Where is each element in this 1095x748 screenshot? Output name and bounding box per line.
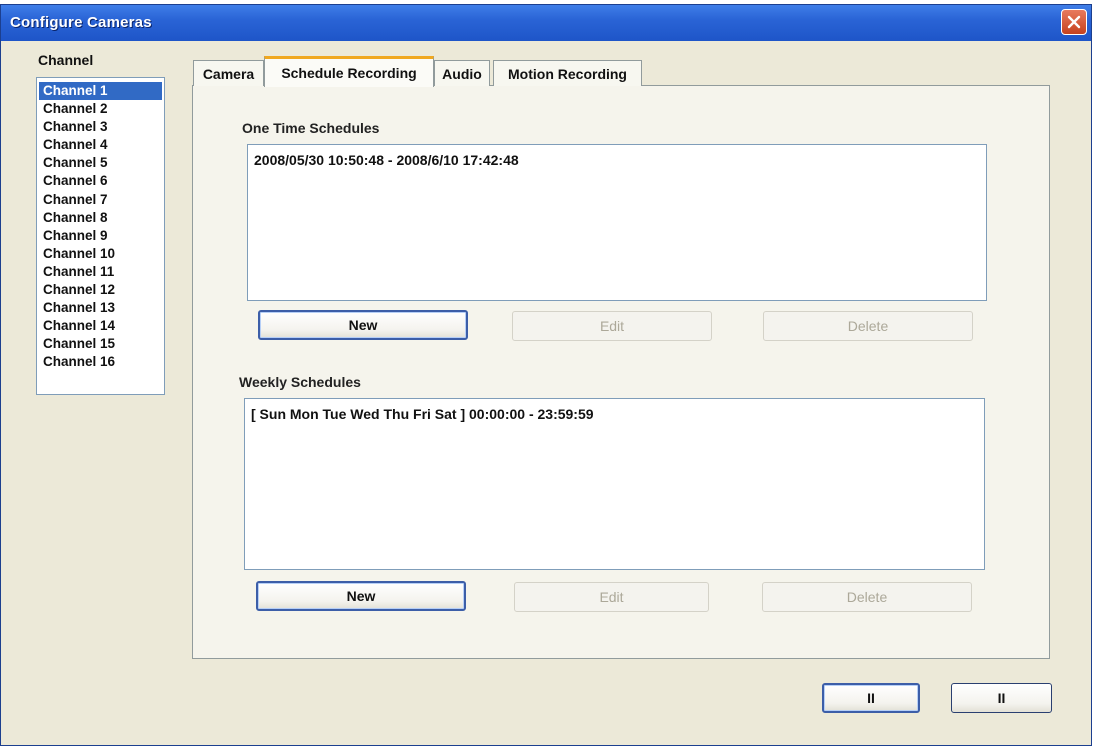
channel-item[interactable]: Channel 6 bbox=[39, 172, 162, 190]
one-time-edit-button[interactable]: Edit bbox=[512, 311, 712, 341]
channel-item[interactable]: Channel 4 bbox=[39, 136, 162, 154]
channel-item[interactable]: Channel 8 bbox=[39, 209, 162, 227]
weekly-edit-button[interactable]: Edit bbox=[514, 582, 709, 612]
close-icon bbox=[1067, 15, 1081, 29]
channel-item[interactable]: Channel 3 bbox=[39, 118, 162, 136]
title-bar[interactable]: Configure Cameras bbox=[1, 5, 1091, 41]
channel-item[interactable]: Channel 2 bbox=[39, 100, 162, 118]
one-time-schedules-list[interactable]: 2008/05/30 10:50:48 - 2008/6/10 17:42:48 bbox=[247, 144, 987, 301]
tab-schedule-recording[interactable]: Schedule Recording bbox=[264, 56, 434, 87]
channel-item[interactable]: Channel 7 bbox=[39, 191, 162, 209]
list-item[interactable]: [ Sun Mon Tue Wed Thu Fri Sat ] 00:00:00… bbox=[251, 406, 594, 422]
close-button[interactable] bbox=[1061, 9, 1087, 35]
weekly-schedules-list[interactable]: [ Sun Mon Tue Wed Thu Fri Sat ] 00:00:00… bbox=[244, 398, 985, 570]
channel-item[interactable]: Channel 15 bbox=[39, 335, 162, 353]
one-time-delete-button[interactable]: Delete bbox=[763, 311, 973, 341]
channel-label: Channel bbox=[38, 52, 94, 68]
channel-list[interactable]: Channel 1 Channel 2 Channel 3 Channel 4 … bbox=[36, 77, 165, 395]
channel-item[interactable]: Channel 11 bbox=[39, 263, 162, 281]
channel-item[interactable]: Channel 1 bbox=[39, 82, 162, 101]
footer-button-2[interactable]: II bbox=[951, 683, 1052, 713]
one-time-schedules-label: One Time Schedules bbox=[242, 120, 380, 136]
footer-button-1[interactable]: II bbox=[822, 683, 920, 713]
list-item[interactable]: 2008/05/30 10:50:48 - 2008/6/10 17:42:48 bbox=[254, 152, 519, 168]
weekly-schedules-label: Weekly Schedules bbox=[239, 374, 361, 390]
weekly-delete-button[interactable]: Delete bbox=[762, 582, 972, 612]
channel-item[interactable]: Channel 5 bbox=[39, 154, 162, 172]
channel-item[interactable]: Channel 9 bbox=[39, 227, 162, 245]
channel-item[interactable]: Channel 10 bbox=[39, 245, 162, 263]
tab-audio[interactable]: Audio bbox=[434, 60, 490, 86]
channel-item[interactable]: Channel 13 bbox=[39, 299, 162, 317]
channel-item[interactable]: Channel 14 bbox=[39, 317, 162, 335]
tab-motion-recording[interactable]: Motion Recording bbox=[493, 60, 642, 86]
one-time-new-button[interactable]: New bbox=[258, 310, 468, 340]
channel-item[interactable]: Channel 16 bbox=[39, 353, 162, 371]
window-title: Configure Cameras bbox=[10, 14, 152, 31]
channel-item[interactable]: Channel 12 bbox=[39, 281, 162, 299]
tab-camera[interactable]: Camera bbox=[193, 60, 264, 86]
weekly-new-button[interactable]: New bbox=[256, 581, 466, 611]
